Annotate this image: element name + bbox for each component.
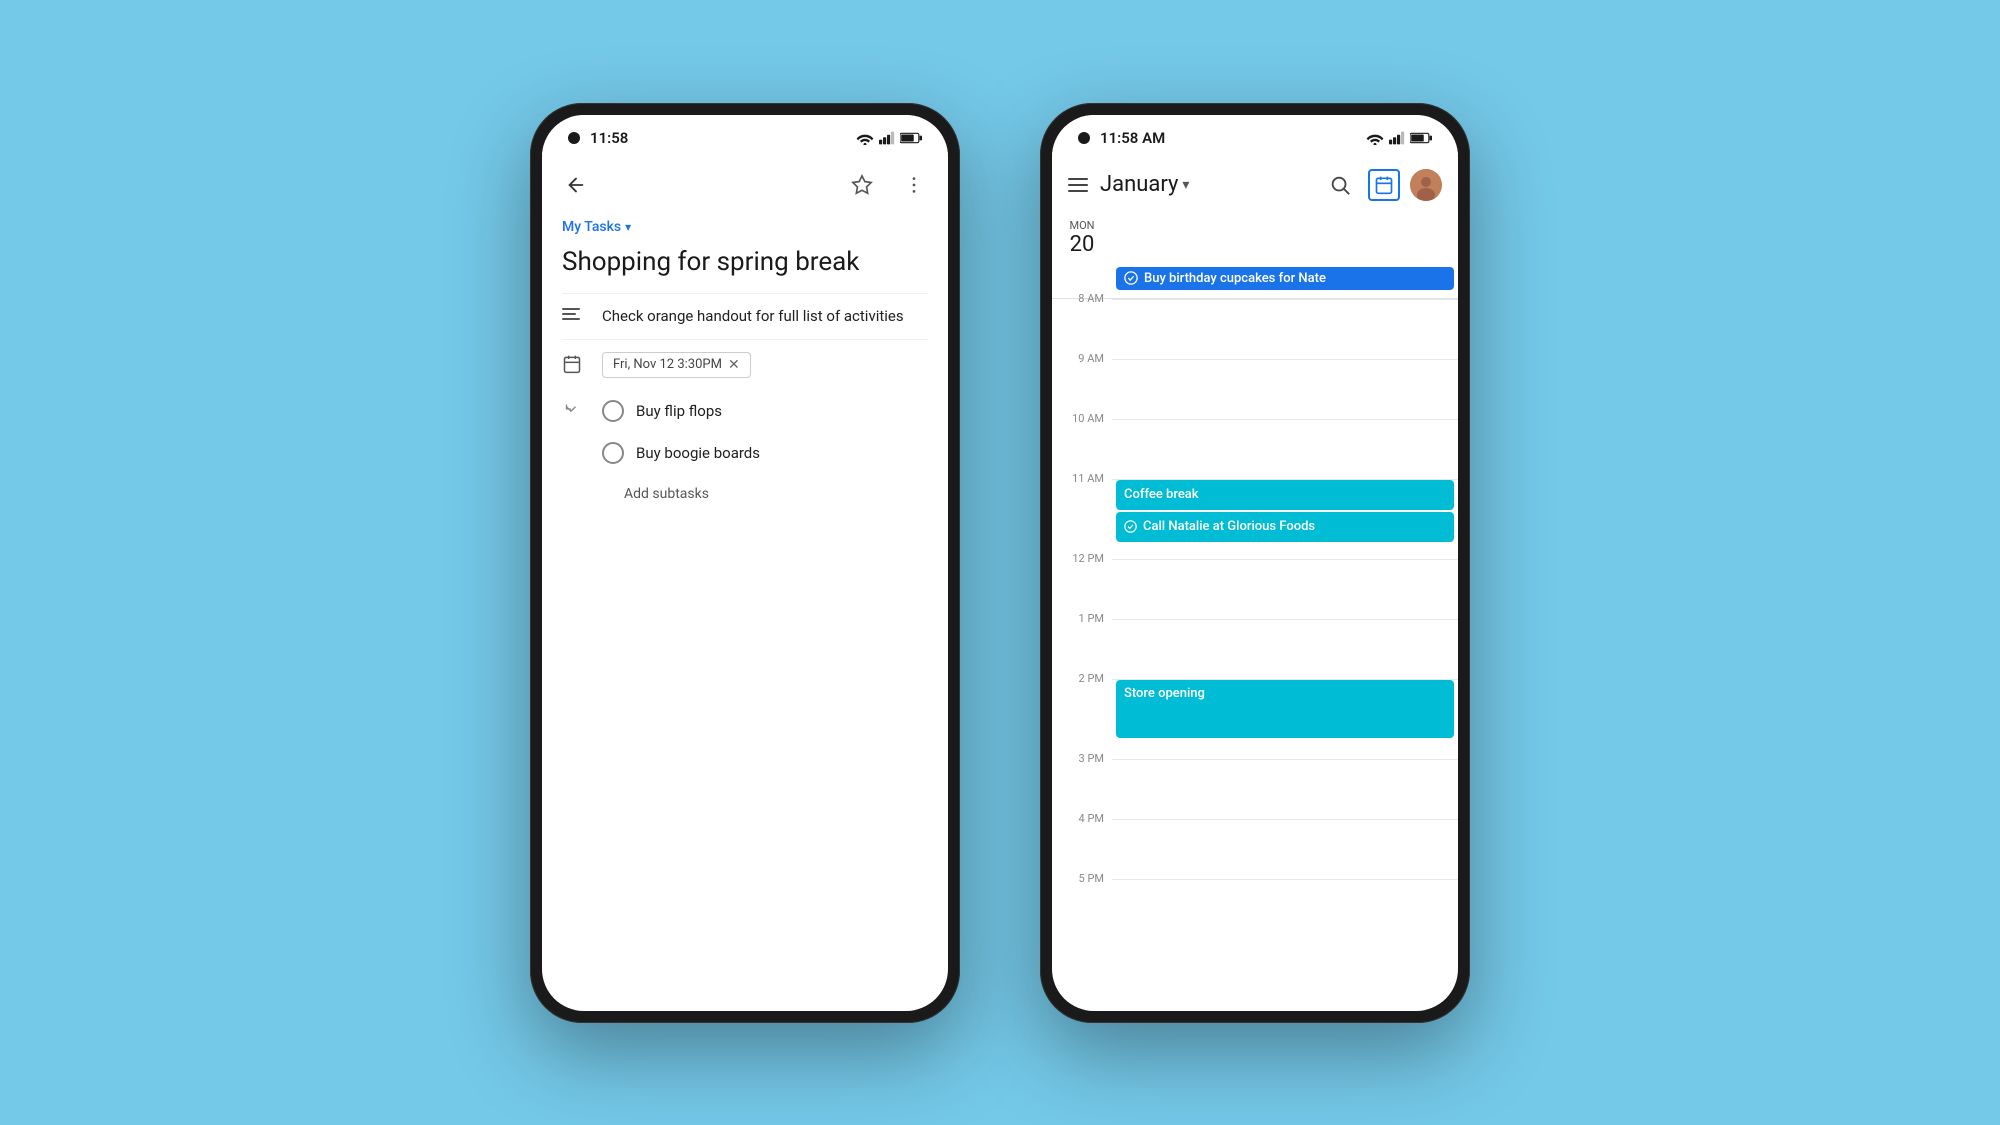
call-natalie-event[interactable]: Call Natalie at Glorious Foods xyxy=(1116,512,1454,542)
time-row-4pm: 4 PM xyxy=(1052,819,1458,879)
time-line-4pm xyxy=(1112,819,1458,879)
description-row: Check orange handout for full list of ac… xyxy=(562,293,928,339)
wifi-icon xyxy=(856,131,874,145)
task-icon-call xyxy=(1124,520,1137,533)
calendar-icon-col xyxy=(562,354,586,378)
time-label-4pm: 4 PM xyxy=(1052,812,1112,879)
calendar-toolbar: January ▾ xyxy=(1052,155,1458,215)
time-label-5pm: 5 PM xyxy=(1052,872,1112,939)
time-row-9am: 9 AM xyxy=(1052,359,1458,419)
wifi-icon-2 xyxy=(1366,131,1384,145)
avatar-image xyxy=(1410,169,1442,201)
more-button[interactable] xyxy=(896,167,932,203)
status-bar-calendar: 11:58 AM xyxy=(1052,115,1458,155)
time-grid: 8 AM 9 AM 10 AM 11 AM xyxy=(1052,299,1458,939)
time-line-2pm: Store opening xyxy=(1112,679,1458,759)
subtask-row-2: Buy boogie boards xyxy=(562,432,928,474)
status-icons-2 xyxy=(1366,131,1432,145)
calendar-today-icon xyxy=(1374,175,1394,195)
camera-dot xyxy=(568,132,580,144)
time-line-1pm xyxy=(1112,619,1458,679)
back-button[interactable] xyxy=(558,167,594,203)
time-row-3pm: 3 PM xyxy=(1052,759,1458,819)
all-day-event[interactable]: Buy birthday cupcakes for Nate xyxy=(1116,267,1454,290)
time-line-11am: Coffee break Call Natalie at Glorious Fo… xyxy=(1112,479,1458,559)
my-tasks-button[interactable]: My Tasks ▾ xyxy=(562,219,928,235)
day-label: Mon 20 xyxy=(1052,219,1112,257)
time-label-1pm: 1 PM xyxy=(1052,612,1112,679)
battery-icon xyxy=(900,132,922,144)
tasks-toolbar xyxy=(542,155,948,215)
time-label-8am: 8 AM xyxy=(1052,292,1112,359)
time-row-10am: 10 AM xyxy=(1052,419,1458,479)
time-row-12pm: 12 PM xyxy=(1052,559,1458,619)
phone-tasks: 11:58 xyxy=(530,103,960,1023)
time-label-9am: 9 AM xyxy=(1052,352,1112,419)
time-row-1pm: 1 PM xyxy=(1052,619,1458,679)
time-line-9am xyxy=(1112,359,1458,419)
time-line-3pm xyxy=(1112,759,1458,819)
all-day-area: Buy birthday cupcakes for Nate xyxy=(1052,265,1458,299)
task-title: Shopping for spring break xyxy=(542,243,948,293)
all-day-label xyxy=(1052,265,1112,292)
search-button[interactable] xyxy=(1322,167,1358,203)
month-title[interactable]: January ▾ xyxy=(1100,172,1189,197)
avatar[interactable] xyxy=(1410,169,1442,201)
status-time-2: 11:58 AM xyxy=(1100,129,1165,147)
time-row-5pm: 5 PM xyxy=(1052,879,1458,939)
day-num: 20 xyxy=(1070,232,1095,257)
date-chip[interactable]: Fri, Nov 12 3:30PM ✕ xyxy=(602,352,751,378)
status-icons xyxy=(856,131,922,145)
status-time: 11:58 xyxy=(590,129,628,147)
date-row: Fri, Nov 12 3:30PM ✕ xyxy=(562,339,928,390)
time-label-11am: 11 AM xyxy=(1052,472,1112,559)
subtask-arrow-icon xyxy=(562,400,580,418)
subtask-1-checkbox[interactable] xyxy=(602,400,624,422)
subtask-2-checkbox[interactable] xyxy=(602,442,624,464)
description-text: Check orange handout for full list of ac… xyxy=(602,306,904,327)
tasks-body: Check orange handout for full list of ac… xyxy=(542,293,948,1011)
signal-icon-2 xyxy=(1389,131,1405,145)
subtask-indent xyxy=(562,400,590,422)
search-icon xyxy=(1329,174,1351,196)
subtask-1-label: Buy flip flops xyxy=(636,402,722,420)
time-label-10am: 10 AM xyxy=(1052,412,1112,479)
calendar-body: Mon 20 Buy birthday cupcakes for Nate xyxy=(1052,215,1458,1011)
subtask-row-1: Buy flip flops xyxy=(562,390,928,432)
phone-calendar: 11:58 AM xyxy=(1040,103,1470,1023)
notes-icon xyxy=(562,308,586,320)
task-check-icon xyxy=(1124,271,1138,285)
time-line-10am xyxy=(1112,419,1458,479)
tasks-label-row: My Tasks ▾ xyxy=(542,215,948,243)
store-opening-event[interactable]: Store opening xyxy=(1116,680,1454,738)
today-button[interactable] xyxy=(1368,169,1400,201)
time-row-2pm: 2 PM Store opening xyxy=(1052,679,1458,759)
date-chip-clear[interactable]: ✕ xyxy=(728,357,740,373)
time-line-5pm xyxy=(1112,879,1458,939)
time-row-8am: 8 AM xyxy=(1052,299,1458,359)
day-header: Mon 20 xyxy=(1052,215,1458,265)
signal-icon xyxy=(879,131,895,145)
battery-icon-2 xyxy=(1410,132,1432,144)
subtask-2-label: Buy boogie boards xyxy=(636,444,760,462)
coffee-break-event[interactable]: Coffee break xyxy=(1116,480,1454,510)
time-line-12pm xyxy=(1112,559,1458,619)
day-dow: Mon xyxy=(1069,219,1094,232)
add-subtasks-button[interactable]: Add subtasks xyxy=(562,474,928,514)
camera-dot-2 xyxy=(1078,132,1090,144)
time-line-8am xyxy=(1112,299,1458,359)
time-label-3pm: 3 PM xyxy=(1052,752,1112,819)
time-label-12pm: 12 PM xyxy=(1052,552,1112,619)
menu-button[interactable] xyxy=(1068,178,1088,192)
notes-icon-col xyxy=(562,308,586,320)
calendar-icon xyxy=(562,354,582,374)
time-label-2pm: 2 PM xyxy=(1052,672,1112,759)
time-row-11am: 11 AM Coffee break Call Natalie at Glori… xyxy=(1052,479,1458,559)
status-bar-tasks: 11:58 xyxy=(542,115,948,155)
star-button[interactable] xyxy=(844,167,880,203)
all-day-events: Buy birthday cupcakes for Nate xyxy=(1112,265,1458,292)
